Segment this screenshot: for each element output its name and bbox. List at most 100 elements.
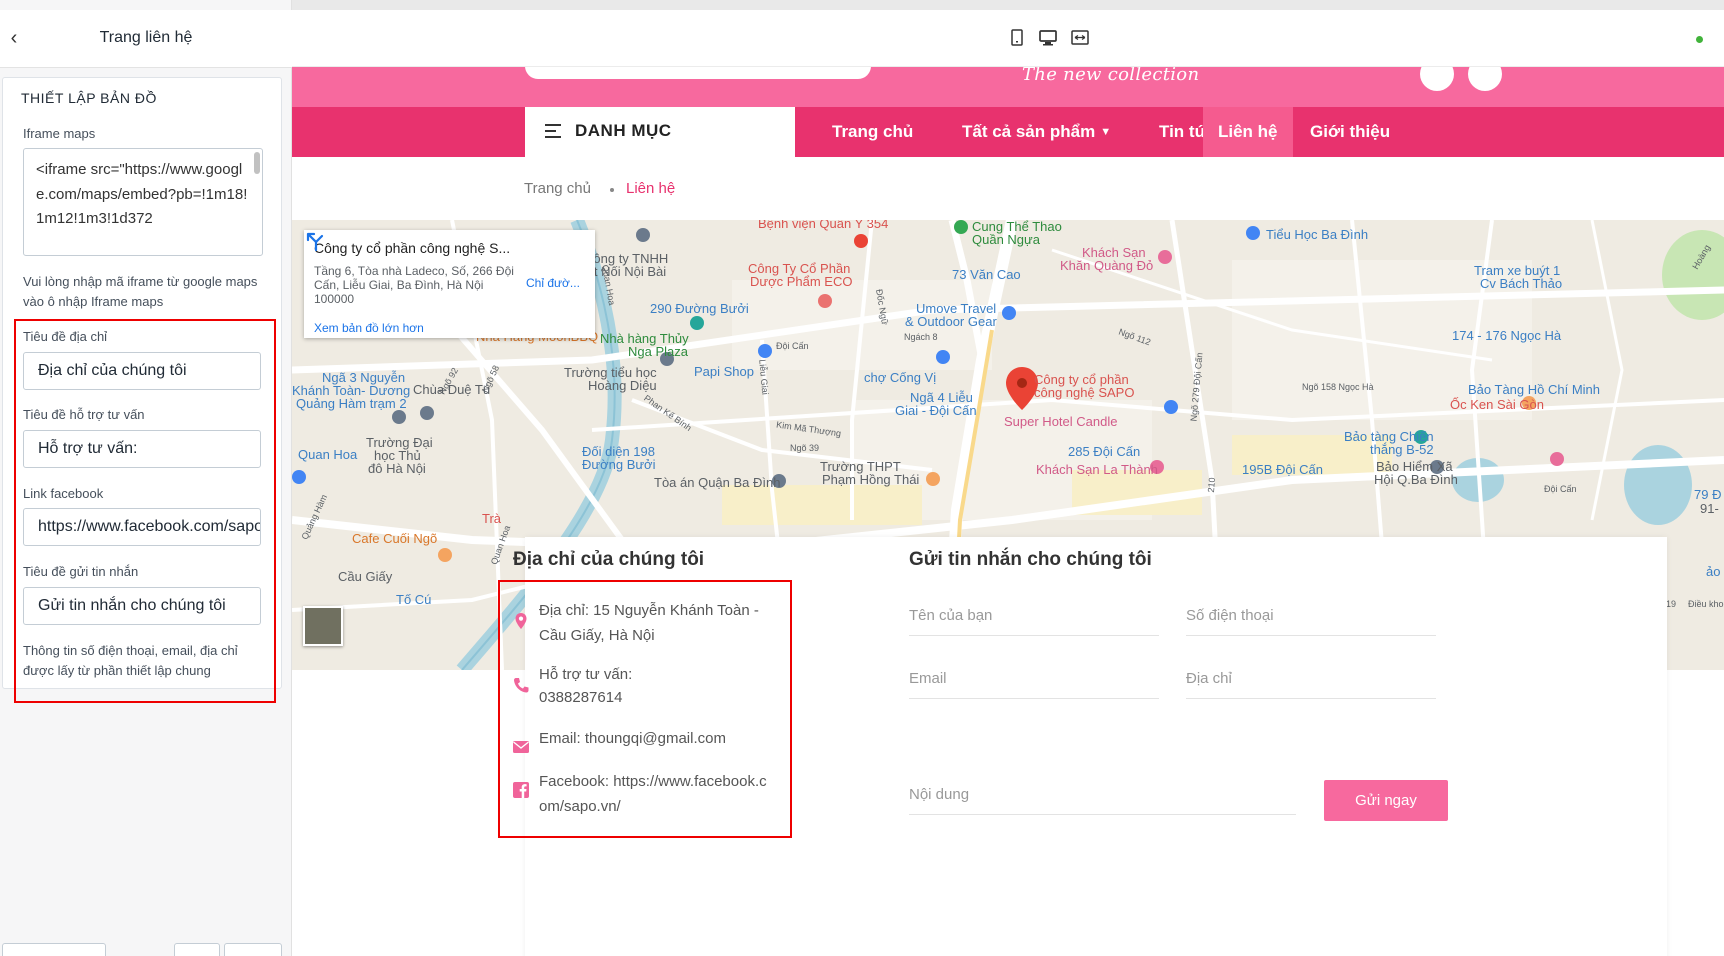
- email-icon: [513, 741, 529, 753]
- chevron-down-icon: ▼: [1100, 126, 1112, 138]
- facebook-icon: [513, 782, 529, 798]
- map-label: Khách Sạn La Thành: [1036, 462, 1158, 477]
- nav-item-all-products[interactable]: Tất cả sản phẩm ▼: [947, 107, 1126, 157]
- contact-address: Địa chỉ: 15 Nguyễn Khánh Toàn - Cầu Giấy…: [539, 602, 759, 644]
- map-label: công nghệ SAPO: [1034, 385, 1135, 400]
- street-label: Ngách 8: [904, 332, 938, 342]
- map-poi[interactable]: [420, 406, 434, 420]
- map-poi[interactable]: [926, 472, 940, 486]
- textarea-scrollbar[interactable]: [254, 152, 260, 174]
- panel-footer-button[interactable]: [224, 943, 282, 956]
- map-info-title: Công ty cổ phần công nghệ S...: [314, 240, 509, 256]
- larger-map-link[interactable]: Xem bản đồ lớn hơn: [314, 321, 424, 335]
- map-poi[interactable]: [392, 410, 406, 424]
- map-label: Super Hotel Candle: [1004, 414, 1118, 429]
- satellite-toggle[interactable]: [303, 606, 343, 646]
- fullwidth-view-icon[interactable]: [1071, 29, 1089, 47]
- iframe-textarea[interactable]: <iframe src="https://www.google.com/maps…: [23, 148, 263, 256]
- map-label: Cầu Giấy: [338, 569, 393, 584]
- panel-footer-button[interactable]: [2, 943, 106, 956]
- map-poi[interactable]: [1164, 400, 1178, 414]
- map-pin-icon: [515, 613, 527, 629]
- map-poi[interactable]: [292, 470, 306, 484]
- address-title-input[interactable]: Địa chỉ của chúng tôi: [23, 352, 261, 390]
- form-heading: Gửi tin nhắn cho chúng tôi: [909, 549, 1152, 570]
- map-label: 79 Đ: [1694, 487, 1722, 502]
- map-poi[interactable]: [1550, 452, 1564, 466]
- header-circle-button[interactable]: [1420, 67, 1454, 91]
- map-poi[interactable]: [954, 220, 968, 234]
- map-info-card: Công ty cổ phần công nghệ S... Tầng 6, T…: [304, 230, 595, 338]
- map-label: Quần Ngựa: [972, 232, 1040, 247]
- site-search-bar[interactable]: [525, 67, 871, 79]
- map-poi[interactable]: [438, 548, 452, 562]
- panel-header: ‹ Trang liên hệ: [0, 10, 292, 68]
- map-poi[interactable]: [636, 228, 650, 242]
- street-label: Đội Cấn: [776, 341, 809, 351]
- mobile-view-icon[interactable]: [1008, 29, 1026, 47]
- address-heading: Địa chỉ của chúng tôi: [513, 549, 705, 570]
- header-circle-button[interactable]: [1468, 67, 1502, 91]
- contact-phone: 0388287614: [539, 689, 623, 706]
- map-label: Điều kho: [1688, 599, 1724, 609]
- directions-link[interactable]: Chỉ đườ...: [526, 276, 580, 290]
- map-label: Bảo Tàng Hồ Chí Minh: [1468, 382, 1600, 397]
- name-input[interactable]: Tên của bạn: [909, 596, 1159, 636]
- map-label: Dược Phẩm ECO: [750, 274, 853, 289]
- map-poi[interactable]: [690, 316, 704, 330]
- settings-panel: ‹ Trang liên hệ THIẾT LẬP BẢN ĐỒ Iframe …: [0, 0, 292, 956]
- panel-footer-button[interactable]: [174, 943, 220, 956]
- status-dot: [1696, 36, 1703, 43]
- map-poi[interactable]: [1002, 306, 1016, 320]
- phone-input[interactable]: Số điện thoại: [1186, 596, 1436, 636]
- facebook-link-label: Link facebook: [23, 486, 104, 501]
- site-preview: The new collection DANH MỤC Trang chủ Tấ…: [292, 0, 1724, 956]
- category-label: DANH MỤC: [575, 121, 672, 140]
- iframe-help-text: Vui lòng nhập mã iframe từ google maps v…: [23, 274, 258, 309]
- map-label: ảo: [1706, 564, 1721, 579]
- category-menu[interactable]: DANH MỤC: [525, 107, 795, 157]
- map-label: Quảng Hàm trạm 2: [296, 396, 407, 411]
- map-label: Papi Shop: [694, 364, 754, 379]
- contact-facebook[interactable]: Facebook: https://www.facebook.com/sapo.…: [539, 769, 771, 819]
- nav-item-home[interactable]: Trang chủ: [817, 107, 928, 157]
- map-poi[interactable]: [758, 344, 772, 358]
- nav-item-contact[interactable]: Liên hệ: [1203, 107, 1293, 157]
- map-label: Giai - Đội Cấn: [895, 403, 977, 418]
- street-label: 210: [1205, 477, 1218, 493]
- panel-title: Trang liên hệ: [99, 29, 193, 46]
- nav-item-about[interactable]: Giới thiệu: [1295, 107, 1405, 157]
- map-label: Nga Plaza: [628, 344, 688, 359]
- map-label: Khăn Quàng Đỏ: [1060, 258, 1154, 273]
- support-title-input[interactable]: Hỗ trợ tư vấn:: [23, 430, 261, 468]
- map-label: Cv Bách Thảo: [1480, 276, 1563, 291]
- email-input[interactable]: Email: [909, 659, 1159, 699]
- street-label: Ngõ 158 Ngọc Hà: [1302, 382, 1374, 392]
- hamburger-icon: [545, 124, 561, 138]
- iframe-value: <iframe src="https://www.google.com/maps…: [36, 161, 248, 227]
- desktop-view-icon[interactable]: [1039, 29, 1057, 47]
- address-input[interactable]: Địa chỉ: [1186, 659, 1436, 699]
- breadcrumb-separator: [610, 188, 614, 192]
- map-label: 285 Đội Cấn: [1068, 444, 1141, 459]
- breadcrumb-home[interactable]: Trang chủ: [524, 180, 591, 197]
- map-label: Phạm Hồng Thái: [822, 472, 920, 487]
- street-label: Đội Cấn: [1544, 484, 1577, 494]
- directions-icon[interactable]: [304, 230, 326, 252]
- map-poi[interactable]: [1246, 226, 1260, 240]
- map-label: 73 Văn Cao: [952, 267, 1021, 282]
- message-title-label: Tiêu đề gửi tin nhắn: [23, 564, 139, 579]
- browser-strip: [292, 0, 1724, 10]
- map-label: chợ Cống Vị: [864, 370, 937, 385]
- map-poi[interactable]: [854, 234, 868, 248]
- map-info-address: Tầng 6, Tòa nhà Ladeco, Số, 266 Đội Cấn,…: [314, 264, 514, 306]
- map-label: Trà: [482, 511, 502, 526]
- message-title-input[interactable]: Gửi tin nhắn cho chúng tôi: [23, 587, 261, 625]
- map-poi[interactable]: [818, 294, 832, 308]
- content-input[interactable]: Nội dung: [909, 775, 1296, 815]
- facebook-link-input[interactable]: https://www.facebook.com/sapo.vn/: [23, 508, 261, 546]
- map-poi[interactable]: [936, 350, 950, 364]
- map-label: Hội Q.Ba Đình: [1374, 472, 1458, 487]
- map-poi[interactable]: [1158, 250, 1172, 264]
- send-button[interactable]: Gửi ngay: [1324, 780, 1448, 821]
